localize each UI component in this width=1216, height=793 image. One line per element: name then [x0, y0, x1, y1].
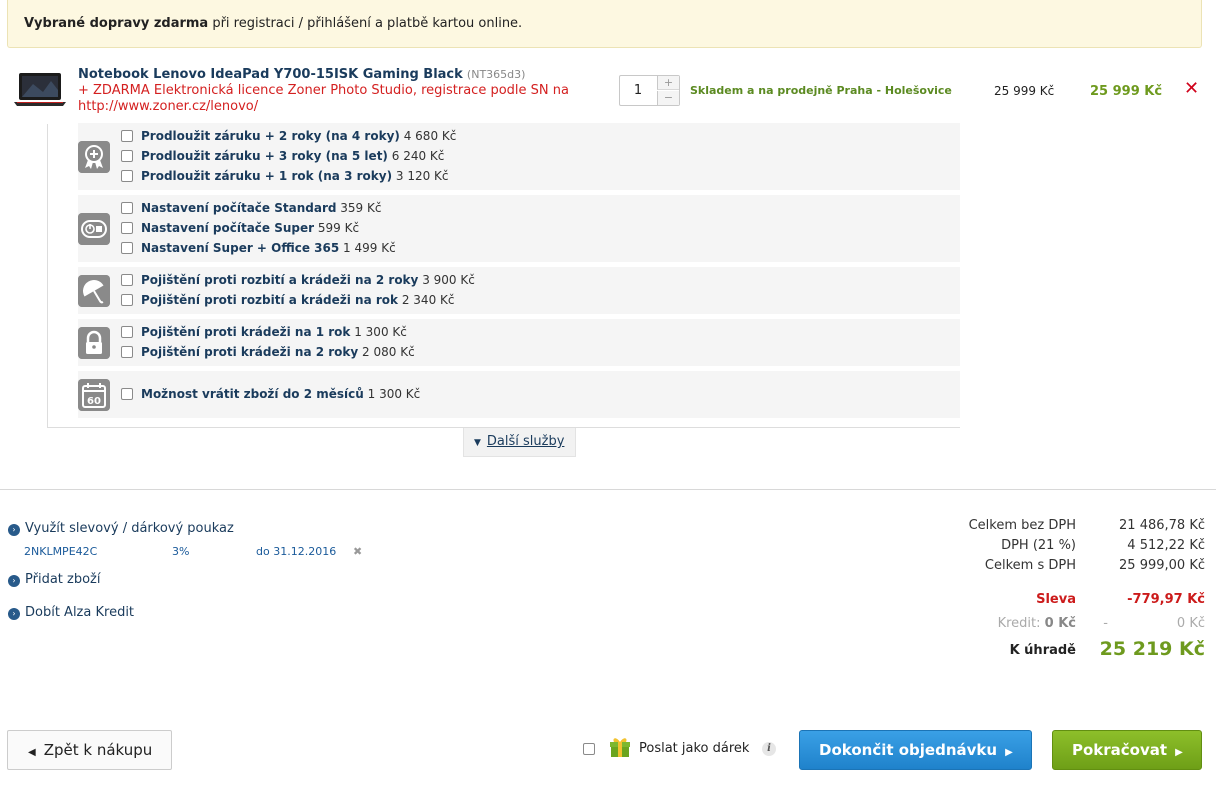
section-divider — [0, 489, 1216, 490]
service-option[interactable]: Prodloužit záruku + 3 roky (na 5 let) 6 … — [121, 146, 444, 166]
finish-order-button[interactable]: Dokončit objednávku ▶ — [799, 730, 1032, 770]
product-title: Notebook Lenovo IdeaPad Y700-15ISK Gamin… — [78, 67, 598, 115]
subtotal-without-vat: 21 486,78 Kč — [1119, 518, 1205, 533]
service-checkbox[interactable] — [121, 274, 133, 286]
discount-value: -779,97 Kč — [1127, 592, 1205, 607]
chevron-left-icon: ◀ — [28, 747, 36, 758]
chevron-right-icon: › — [8, 524, 20, 536]
service-option[interactable]: Nastavení počítače Super 599 Kč — [121, 218, 359, 238]
credit-value: 0 Kč — [1176, 616, 1205, 631]
chevron-right-icon: ▶ — [1005, 747, 1013, 758]
free-shipping-banner: Vybrané dopravy zdarma při registraci / … — [7, 0, 1202, 48]
subtotal-without-vat-label: Celkem bez DPH — [968, 518, 1076, 533]
service-group-warranty: Prodloužit záruku + 2 roky (na 4 roky) 4… — [78, 123, 960, 190]
service-checkbox[interactable] — [121, 170, 133, 182]
chevron-right-icon: ▶ — [1175, 747, 1183, 758]
warranty-icon — [78, 141, 110, 173]
service-checkbox[interactable] — [121, 346, 133, 358]
info-icon[interactable]: i — [762, 742, 776, 756]
credit-label: Kredit: 0 Kč — [997, 616, 1076, 631]
gift-icon — [610, 738, 630, 757]
service-checkbox[interactable] — [121, 202, 133, 214]
service-checkbox[interactable] — [121, 130, 133, 142]
service-option[interactable]: Nastavení Super + Office 365 1 499 Kč — [121, 238, 396, 258]
quantity-decrease-button[interactable]: − — [657, 91, 679, 105]
voucher-code: 2NKLMPE42C — [24, 545, 98, 558]
banner-text: při registraci / přihlášení a platbě kar… — [208, 16, 523, 31]
vat-value: 4 512,22 Kč — [1127, 538, 1205, 553]
unit-price: 25 999 Kč — [994, 84, 1055, 98]
total-with-vat-label: Celkem s DPH — [984, 558, 1076, 573]
total-with-vat: 25 999,00 Kč — [1119, 558, 1205, 573]
services-tree-line — [47, 124, 48, 428]
laptop-thumbnail[interactable] — [13, 72, 67, 108]
service-group-theft: Pojištění proti krádeži na 1 rok 1 300 K… — [78, 319, 960, 366]
close-icon[interactable]: ✕ — [1184, 80, 1199, 98]
continue-button[interactable]: Pokračovat ▶ — [1052, 730, 1202, 770]
quantity-input[interactable]: 1 — [620, 76, 656, 105]
stock-status: Skladem a na prodejně Praha - Holešovice — [690, 84, 952, 97]
service-checkbox[interactable] — [121, 222, 133, 234]
amount-due-label: K úhradě — [1009, 643, 1076, 658]
discount-label: Sleva — [1036, 592, 1076, 607]
service-checkbox[interactable] — [121, 150, 133, 162]
credit-dash: - — [1103, 616, 1108, 631]
send-as-gift-label[interactable]: Poslat jako dárek — [639, 741, 749, 756]
service-checkbox[interactable] — [121, 388, 133, 400]
lock-icon — [78, 327, 110, 359]
service-group-return: 60 Možnost vrátit zboží do 2 měsíců 1 30… — [78, 371, 960, 418]
service-option[interactable]: Pojištění proti krádeži na 1 rok 1 300 K… — [121, 322, 407, 342]
product-code: (NT365d3) — [466, 68, 526, 81]
cart-item: Notebook Lenovo IdeaPad Y700-15ISK Gamin… — [0, 62, 1216, 122]
more-services-button[interactable]: ▼ Další služby — [463, 428, 576, 457]
service-option[interactable]: Pojištění proti krádeži na 2 roky 2 080 … — [121, 342, 415, 362]
add-goods-link[interactable]: › Přidat zboží — [8, 572, 100, 587]
service-option[interactable]: Prodloužit záruku + 1 rok (na 3 roky) 3 … — [121, 166, 449, 186]
service-checkbox[interactable] — [121, 326, 133, 338]
service-group-setup: Nastavení počítače Standard 359 Kč Nasta… — [78, 195, 960, 262]
service-option[interactable]: Možnost vrátit zboží do 2 měsíců 1 300 K… — [121, 384, 420, 404]
service-option[interactable]: Pojištění proti rozbití a krádeži na 2 r… — [121, 270, 475, 290]
total-price: 25 999 Kč — [1090, 84, 1163, 99]
amount-due: 25 219 Kč — [1099, 638, 1205, 660]
service-checkbox[interactable] — [121, 242, 133, 254]
chevron-right-icon: › — [8, 608, 20, 620]
back-to-shop-button[interactable]: ◀ Zpět k nákupu — [7, 730, 172, 770]
quantity-stepper: 1 + − — [619, 75, 680, 106]
service-checkbox[interactable] — [121, 294, 133, 306]
remove-voucher-icon[interactable]: ✖ — [353, 545, 362, 558]
product-name-link[interactable]: Notebook Lenovo IdeaPad Y700-15ISK Gamin… — [78, 67, 463, 82]
power-setup-icon — [78, 213, 110, 245]
svg-text:60: 60 — [87, 396, 101, 407]
service-option[interactable]: Pojištění proti rozbití a krádeži na rok… — [121, 290, 454, 310]
calendar-60-icon: 60 — [78, 379, 110, 411]
banner-bold-text: Vybrané dopravy zdarma — [24, 16, 209, 31]
voucher-percent: 3% — [172, 545, 190, 558]
service-option[interactable]: Prodloužit záruku + 2 roky (na 4 roky) 4… — [121, 126, 456, 146]
vat-label: DPH (21 %) — [1001, 538, 1076, 553]
triangle-down-icon: ▼ — [474, 438, 481, 448]
chevron-right-icon: › — [8, 575, 20, 587]
service-group-insurance: Pojištění proti rozbití a krádeži na 2 r… — [78, 267, 960, 314]
use-voucher-link[interactable]: › Využít slevový / dárkový poukaz — [8, 521, 234, 536]
umbrella-icon — [78, 275, 110, 307]
product-bonus-text: + ZDARMA Elektronická licence Zoner Phot… — [78, 83, 569, 114]
service-option[interactable]: Nastavení počítače Standard 359 Kč — [121, 198, 381, 218]
voucher-validity: do 31.12.2016 — [256, 545, 337, 558]
top-up-credit-link[interactable]: › Dobít Alza Kredit — [8, 605, 134, 620]
gift-checkbox[interactable] — [583, 743, 595, 755]
quantity-increase-button[interactable]: + — [657, 76, 679, 90]
